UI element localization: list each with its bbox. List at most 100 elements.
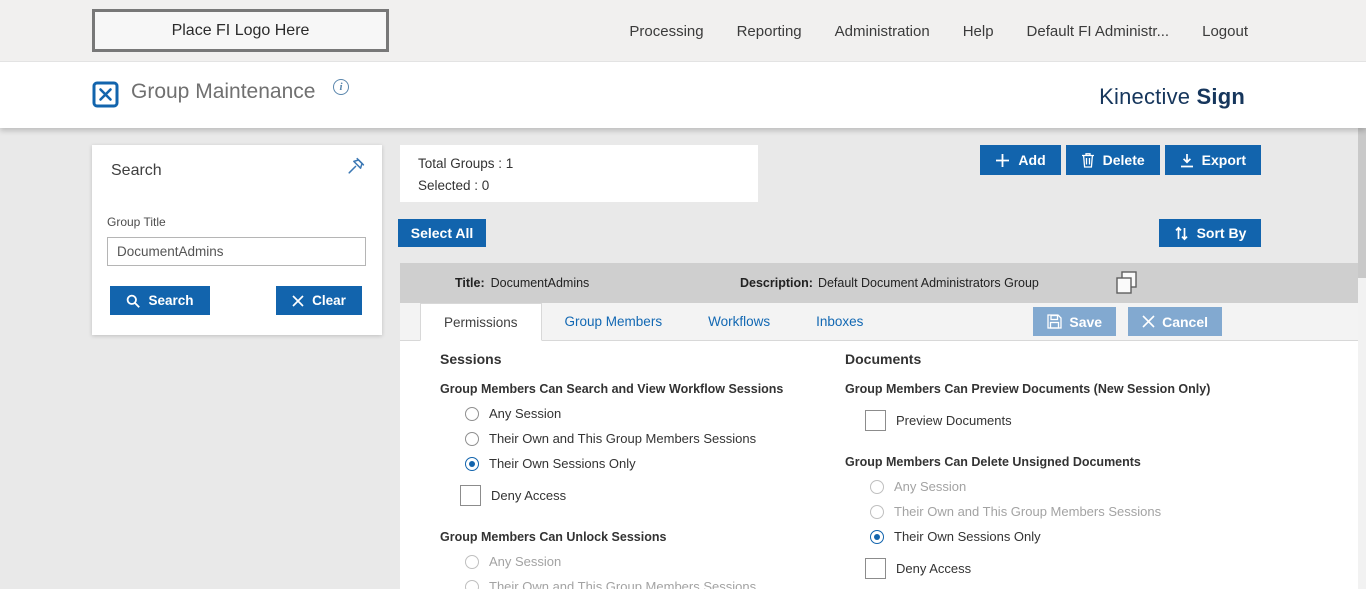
tab-workflows[interactable]: Workflows xyxy=(685,303,793,340)
radio-option[interactable]: Any Session xyxy=(440,401,840,426)
radio-icon[interactable] xyxy=(465,406,479,421)
tab-group-members[interactable]: Group Members xyxy=(542,303,686,340)
sort-by-button[interactable]: Sort By xyxy=(1159,219,1261,247)
radio-option[interactable]: Their Own and This Group Members Session… xyxy=(440,426,840,451)
group-maintenance-icon xyxy=(92,81,119,108)
radio-icon[interactable] xyxy=(465,431,479,446)
sessions-column: Sessions Group Members Can Search and Vi… xyxy=(440,341,840,589)
select-all-button[interactable]: Select All xyxy=(398,219,486,247)
download-icon xyxy=(1180,153,1194,168)
group-toolbar: Add Delete Export xyxy=(980,145,1261,175)
preview-documents-row[interactable]: Preview Documents xyxy=(845,401,1335,440)
nav-administration[interactable]: Administration xyxy=(835,23,930,40)
search-icon xyxy=(126,294,141,308)
clear-button-label: Clear xyxy=(312,293,346,308)
tab-permissions[interactable]: Permissions xyxy=(420,303,542,341)
radio-icon[interactable] xyxy=(465,554,479,569)
nav-reporting[interactable]: Reporting xyxy=(737,23,802,40)
group-row[interactable]: Title: DocumentAdmins Description: Defau… xyxy=(400,263,1358,303)
perm-group-label: Group Members Can Unlock Sessions xyxy=(440,530,667,544)
cancel-button[interactable]: Cancel xyxy=(1128,307,1222,336)
trash-icon xyxy=(1081,152,1095,168)
tab-group-members-label: Group Members xyxy=(564,314,663,329)
group-title-value: DocumentAdmins xyxy=(490,276,590,290)
tab-permissions-label: Permissions xyxy=(444,314,518,330)
deny-access-row[interactable]: Deny Access xyxy=(845,549,1335,588)
checkbox-label: Deny Access xyxy=(491,488,567,503)
plus-icon xyxy=(995,153,1010,168)
clear-button[interactable]: Clear xyxy=(276,286,362,315)
search-button[interactable]: Search xyxy=(110,286,210,315)
nav-user-menu[interactable]: Default FI Administr... xyxy=(1027,23,1170,40)
delete-button-label: Delete xyxy=(1102,152,1145,168)
deny-access-row[interactable]: Deny Access xyxy=(440,476,840,515)
perm-group-label: Group Members Can Search and View Workfl… xyxy=(440,382,784,396)
save-button-label: Save xyxy=(1069,313,1103,330)
radio-option[interactable]: Their Own Sessions Only xyxy=(845,524,1335,549)
radio-icon[interactable] xyxy=(465,579,479,589)
page-title: Group Maintenance xyxy=(131,80,316,103)
add-button-label: Add xyxy=(1018,152,1046,168)
delete-button[interactable]: Delete xyxy=(1065,145,1160,175)
radio-icon-selected[interactable] xyxy=(465,456,479,471)
radio-option[interactable]: Their Own Sessions Only xyxy=(440,451,840,476)
search-button-label: Search xyxy=(148,293,194,308)
nav-help[interactable]: Help xyxy=(963,23,994,40)
radio-label: Any Session xyxy=(489,554,562,569)
tab-inboxes[interactable]: Inboxes xyxy=(793,303,886,340)
perm-group-delete-unsigned-documents: Group Members Can Delete Unsigned Docume… xyxy=(845,455,1335,588)
total-groups-text: Total Groups : 1 xyxy=(418,156,514,171)
radio-label: Their Own and This Group Members Session… xyxy=(894,504,1162,519)
tab-action-buttons: Save Cancel xyxy=(1033,307,1222,336)
group-title-label: Group Title xyxy=(107,215,166,229)
search-panel: Search Group Title Search C xyxy=(92,145,382,335)
select-all-label: Select All xyxy=(410,225,474,241)
nav-processing[interactable]: Processing xyxy=(629,23,703,40)
checkbox-icon[interactable] xyxy=(865,410,886,431)
radio-label: Their Own Sessions Only xyxy=(894,529,1041,544)
export-button[interactable]: Export xyxy=(1164,145,1261,175)
sort-icon xyxy=(1174,226,1189,241)
radio-label: Their Own Sessions Only xyxy=(489,456,636,471)
vertical-scrollbar[interactable] xyxy=(1358,128,1366,589)
selected-count-text: Selected : 0 xyxy=(418,178,490,193)
group-title-field-label: Title: xyxy=(455,276,485,290)
checkbox-icon[interactable] xyxy=(865,558,886,579)
add-button[interactable]: Add xyxy=(980,145,1061,175)
sessions-heading: Sessions xyxy=(440,351,502,367)
perm-group-label: Group Members Can Preview Documents (New… xyxy=(845,382,1211,396)
radio-icon[interactable] xyxy=(870,504,884,519)
copy-group-icon[interactable] xyxy=(1114,270,1139,296)
cancel-x-icon xyxy=(1142,315,1155,328)
group-row-title: Title: DocumentAdmins xyxy=(455,276,589,290)
page-header: Group Maintenance i Kinective Sign xyxy=(0,62,1366,128)
scrollbar-thumb[interactable] xyxy=(1358,128,1366,278)
radio-option[interactable]: Their Own and This Group Members Session… xyxy=(845,499,1335,524)
radio-icon[interactable] xyxy=(870,479,884,494)
radio-label: Any Session xyxy=(894,479,967,494)
save-icon xyxy=(1047,314,1063,329)
fi-logo-text: Place FI Logo Here xyxy=(171,21,310,39)
checkbox-icon[interactable] xyxy=(460,485,481,506)
top-navigation: Processing Reporting Administration Help… xyxy=(629,0,1248,62)
group-title-input[interactable] xyxy=(107,237,366,266)
radio-option[interactable]: Any Session xyxy=(845,474,1335,499)
radio-label: Any Session xyxy=(489,406,562,421)
perm-group-search-view-sessions: Group Members Can Search and View Workfl… xyxy=(440,382,840,515)
clear-x-icon xyxy=(292,294,304,307)
permissions-tab-content: Sessions Group Members Can Search and Vi… xyxy=(400,341,1358,589)
info-icon[interactable]: i xyxy=(333,79,349,95)
search-panel-title: Search xyxy=(111,162,162,179)
nav-logout[interactable]: Logout xyxy=(1202,23,1248,40)
top-bar: Place FI Logo Here Processing Reporting … xyxy=(0,0,1366,62)
save-button[interactable]: Save xyxy=(1033,307,1117,336)
radio-icon-selected[interactable] xyxy=(870,529,884,544)
perm-group-unlock-sessions: Group Members Can Unlock Sessions Any Se… xyxy=(440,530,840,589)
radio-option[interactable]: Their Own and This Group Members Session… xyxy=(440,574,840,589)
checkbox-label: Preview Documents xyxy=(896,413,1012,428)
cancel-button-label: Cancel xyxy=(1162,313,1208,330)
pin-icon[interactable] xyxy=(346,156,366,176)
radio-option[interactable]: Any Session xyxy=(440,549,840,574)
perm-group-preview-documents: Group Members Can Preview Documents (New… xyxy=(845,382,1335,440)
tab-inboxes-label: Inboxes xyxy=(816,314,864,329)
